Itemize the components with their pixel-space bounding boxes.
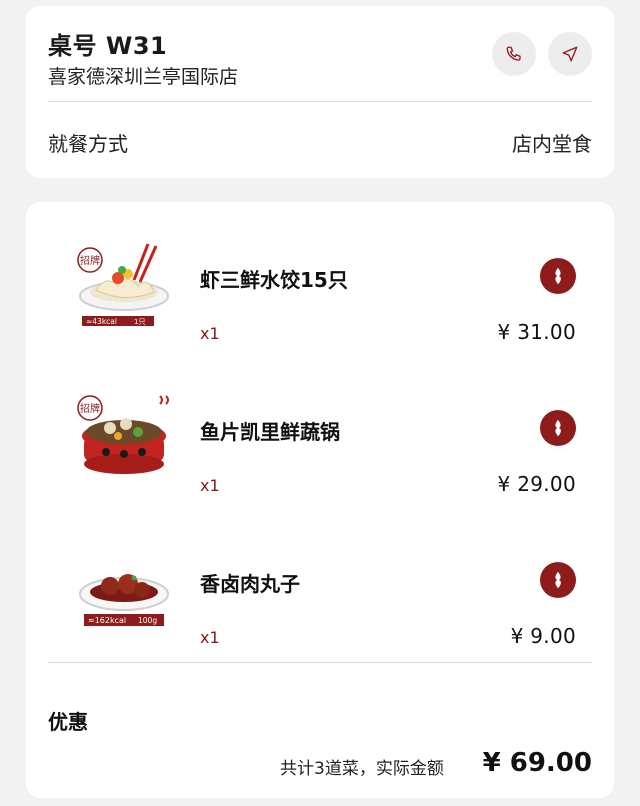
meatball-dish-image: ≈162kcal 100g: [79, 574, 169, 626]
calorie-text: ≈162kcal: [88, 616, 126, 625]
item-name: 鱼片凯里鲜蔬锅: [200, 420, 340, 444]
order-item[interactable]: 招牌 鱼片凯里鲜蔬锅 x1 ¥ 29.00: [26, 368, 614, 498]
fish-pot-image: 招牌: [77, 395, 169, 474]
divider: [48, 101, 592, 102]
order-summary-text: 共计3道菜，实际金额: [280, 759, 444, 779]
store-info-card: 桌号 W31 喜家德深圳兰亭国际店 就餐方式 店内堂食: [26, 6, 614, 178]
item-quantity: x1: [200, 324, 220, 343]
signature-badge-text: 招牌: [80, 254, 100, 267]
item-quantity: x1: [200, 476, 220, 495]
signature-badge-text: 招牌: [80, 402, 100, 415]
item-name: 虾三鲜水饺15只: [200, 268, 348, 292]
calorie-unit: 100g: [138, 616, 157, 625]
brand-logo-icon: [540, 258, 576, 294]
order-item[interactable]: 招牌 ≈43kcal 1只 虾三鲜水饺15只 x1 ¥ 31.00: [26, 216, 614, 346]
dumpling-dish-image: 招牌 ≈43kcal 1只: [77, 243, 169, 326]
calorie-text: ≈43kcal: [86, 317, 117, 326]
calorie-unit: 1只: [134, 318, 145, 326]
divider: [48, 662, 592, 663]
dining-method-value: 店内堂食: [512, 132, 592, 156]
call-button[interactable]: [492, 32, 536, 76]
brand-logo-icon: [540, 562, 576, 598]
discount-label: 优惠: [48, 710, 88, 734]
navigation-button[interactable]: [548, 32, 592, 76]
brand-logo-icon: [540, 410, 576, 446]
item-quantity: x1: [200, 628, 220, 647]
dining-method-label: 就餐方式: [48, 132, 128, 156]
item-price: ¥ 31.00: [497, 320, 576, 344]
navigation-arrow-icon: [562, 46, 578, 62]
phone-icon: [506, 46, 521, 61]
item-price: ¥ 9.00: [510, 624, 576, 648]
store-name: 喜家德深圳兰亭国际店: [48, 66, 239, 88]
total-amount: ¥ 69.00: [482, 748, 592, 778]
table-number: 桌号 W31: [48, 32, 168, 60]
item-price: ¥ 29.00: [497, 472, 576, 496]
order-item[interactable]: ≈162kcal 100g 香卤肉丸子 x1 ¥ 9.00: [26, 520, 614, 650]
item-name: 香卤肉丸子: [200, 572, 300, 596]
order-card: 招牌 ≈43kcal 1只 虾三鲜水饺15只 x1 ¥ 31.00 招牌 鱼片凯…: [26, 202, 614, 798]
